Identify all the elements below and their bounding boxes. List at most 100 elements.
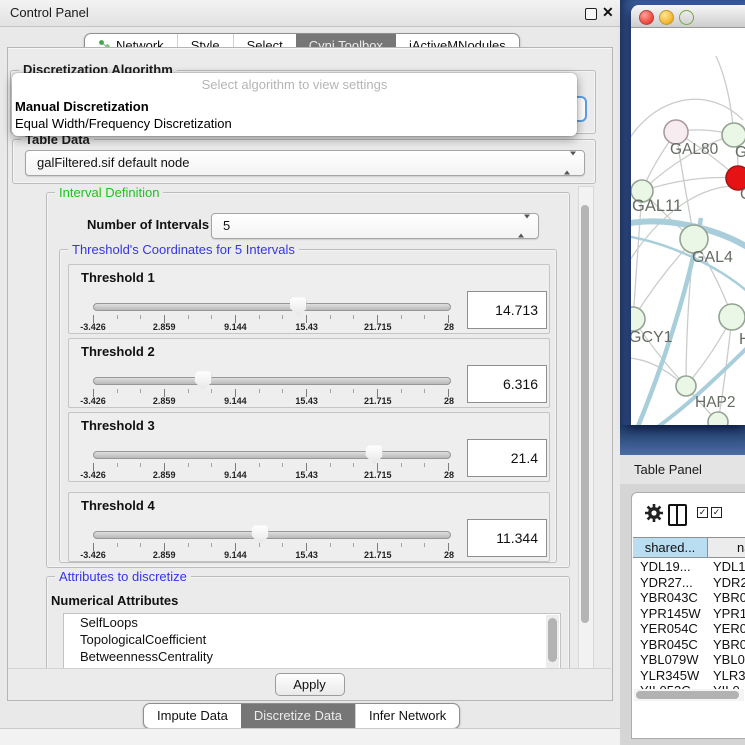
table-panel-card: shared... name YDL19...YDL1YDR27...YDR2Y…: [631, 492, 745, 739]
threshold-2-box: Threshold 2 -3.4262.8599.14415.4321.7152…: [68, 338, 550, 408]
table-row[interactable]: YPR145WYPR1: [633, 606, 745, 622]
close-traffic-light-icon[interactable]: [639, 10, 654, 25]
control-panel-titlebar: Control Panel ✕: [0, 0, 620, 27]
threshold-1-value-field[interactable]: 14.713: [467, 291, 547, 329]
slider-track[interactable]: [93, 451, 451, 459]
tab-infer-network[interactable]: Infer Network: [355, 704, 459, 728]
tab-discretize-label: Discretize Data: [254, 704, 342, 728]
slider-tick-labels: -3.4262.8599.14415.4321.71528: [93, 322, 449, 332]
attribute-item[interactable]: BetweennessCentrality: [64, 648, 560, 665]
thresholds-group-title: Threshold's Coordinates for 5 Intervals: [68, 242, 299, 257]
slider-thumb[interactable]: [252, 525, 269, 544]
slider-track[interactable]: [93, 377, 451, 385]
threshold-2-label: Threshold 2: [81, 344, 155, 359]
threshold-3-slider[interactable]: [93, 451, 449, 459]
attribute-item[interactable]: TopologicalCoefficient: [64, 631, 560, 648]
threshold-1-slider[interactable]: [93, 303, 449, 311]
close-icon[interactable]: ✕: [602, 4, 614, 21]
table-scrollbar-thumb[interactable]: [636, 691, 739, 699]
table-rows: YDL19...YDL1YDR27...YDR2YBR043CYBR0YPR14…: [633, 559, 745, 690]
threshold-1-label: Threshold 1: [81, 270, 155, 285]
attribute-item[interactable]: SelfLoops: [64, 614, 560, 631]
float-window-icon[interactable]: [585, 8, 597, 20]
interval-definition-groupbox: Interval Definition Number of Intervals …: [46, 192, 570, 568]
control-panel-title: Control Panel: [10, 0, 89, 26]
threshold-2-slider[interactable]: [93, 377, 449, 385]
apply-band: Apply: [8, 668, 611, 700]
table-horizontal-scrollbar[interactable]: [634, 689, 744, 701]
network-window: GAL80 GA C GAL11 GAL4 GCY1 H HAP2: [631, 5, 745, 425]
table-row[interactable]: YBR043CYBR0: [633, 590, 745, 606]
slider-tick-labels: -3.4262.8599.14415.4321.71528: [93, 396, 449, 406]
apply-button[interactable]: Apply: [275, 673, 345, 696]
table-data-combobox[interactable]: galFiltered.sif default node: [25, 150, 585, 176]
list-scrollbar-thumb[interactable]: [548, 618, 557, 662]
checkbox-checked-icon[interactable]: [711, 507, 722, 518]
slider-tick-labels: -3.4262.8599.14415.4321.71528: [93, 550, 449, 560]
slider-tick-labels: -3.4262.8599.14415.4321.71528: [93, 470, 449, 480]
table-data-groupbox: Table Data galFiltered.sif default node: [12, 139, 596, 184]
threshold-2-value-field[interactable]: 6.316: [467, 365, 547, 403]
table-row[interactable]: YER054CYER0: [633, 621, 745, 637]
threshold-4-label: Threshold 4: [81, 498, 155, 513]
node-bottom[interactable]: [708, 412, 728, 425]
node-h[interactable]: [719, 304, 745, 330]
tab-discretize-data[interactable]: Discretize Data: [241, 704, 355, 728]
zoom-traffic-light-icon[interactable]: [679, 10, 694, 25]
stepper-icon: [518, 219, 530, 234]
number-of-intervals-label: Number of Intervals: [87, 217, 209, 232]
threshold-4-slider[interactable]: [93, 531, 449, 539]
bottom-strip: [0, 728, 620, 745]
network-window-titlebar[interactable]: [631, 5, 745, 28]
column-header-name[interactable]: name: [708, 538, 745, 557]
screen: Control Panel ✕ Network Style Select Cyn…: [0, 0, 745, 745]
network-graph: GAL80 GA C GAL11 GAL4 GCY1 H HAP2: [631, 28, 745, 425]
slider-track[interactable]: [93, 303, 451, 311]
number-of-intervals-combobox[interactable]: 5: [211, 213, 539, 239]
threshold-1-box: Threshold 1 -3.4262.8599.14415.4321.7152…: [68, 264, 550, 334]
interval-group-title: Interval Definition: [55, 185, 163, 200]
table-row[interactable]: YDR27...YDR2: [633, 575, 745, 591]
algorithm-dropdown-popup: Select algorithm to view settings Manual…: [12, 73, 577, 136]
algorithm-option-equal-width[interactable]: Equal Width/Frequency Discretization: [15, 116, 232, 131]
threshold-4-value-field[interactable]: 11.344: [467, 519, 547, 557]
node-label: GAL4: [692, 249, 733, 266]
node-label: H: [739, 331, 745, 348]
panel-scrollbar-thumb[interactable]: [581, 205, 589, 623]
table-toolbar: [632, 493, 745, 536]
threshold-3-box: Threshold 3 -3.4262.8599.14415.4321.7152…: [68, 412, 550, 482]
slider-thumb[interactable]: [290, 297, 307, 316]
tab-impute-data[interactable]: Impute Data: [144, 704, 241, 728]
tab-infer-label: Infer Network: [369, 704, 446, 728]
gear-icon[interactable]: [643, 502, 665, 524]
table-row[interactable]: YBL079WYBL0: [633, 652, 745, 668]
table-row[interactable]: YDL19...YDL1: [633, 559, 745, 575]
thresholds-groupbox: Threshold's Coordinates for 5 Intervals …: [59, 249, 557, 563]
slider-thumb[interactable]: [195, 371, 212, 390]
node-label: HAP2: [695, 394, 736, 411]
slider-track[interactable]: [93, 531, 451, 539]
node-label: GAL80: [670, 141, 719, 158]
threshold-3-value-field[interactable]: 21.4: [467, 439, 547, 477]
stepper-icon: [564, 156, 576, 171]
table-data-value: galFiltered.sif default node: [37, 151, 189, 175]
node-hap2[interactable]: [676, 376, 696, 396]
table-panel-title: Table Panel: [634, 455, 702, 484]
cyni-bottom-tabbar: Impute Data Discretize Data Infer Networ…: [143, 703, 460, 729]
column-header-shared-name[interactable]: shared...: [633, 538, 708, 557]
slider-thumb[interactable]: [366, 445, 383, 464]
node-label: GAL11: [632, 197, 682, 215]
split-pane-icon[interactable]: [668, 504, 687, 526]
algorithm-option-manual[interactable]: Manual Discretization: [15, 99, 149, 114]
node-label: GCY1: [631, 329, 673, 346]
node-gcy1[interactable]: [631, 307, 645, 331]
panel-scrollbar[interactable]: [578, 186, 594, 670]
checkbox-checked-icon[interactable]: [697, 507, 708, 518]
node-label: C: [740, 186, 745, 203]
table-header-row: shared... name: [633, 537, 745, 558]
network-canvas[interactable]: GAL80 GA C GAL11 GAL4 GCY1 H HAP2: [631, 28, 745, 425]
table-row[interactable]: YLR345WYLR3: [633, 668, 745, 684]
minimize-traffic-light-icon[interactable]: [659, 10, 674, 25]
table-row[interactable]: YBR045CYBR0: [633, 637, 745, 653]
algorithm-hint: Select algorithm to view settings: [12, 77, 577, 92]
